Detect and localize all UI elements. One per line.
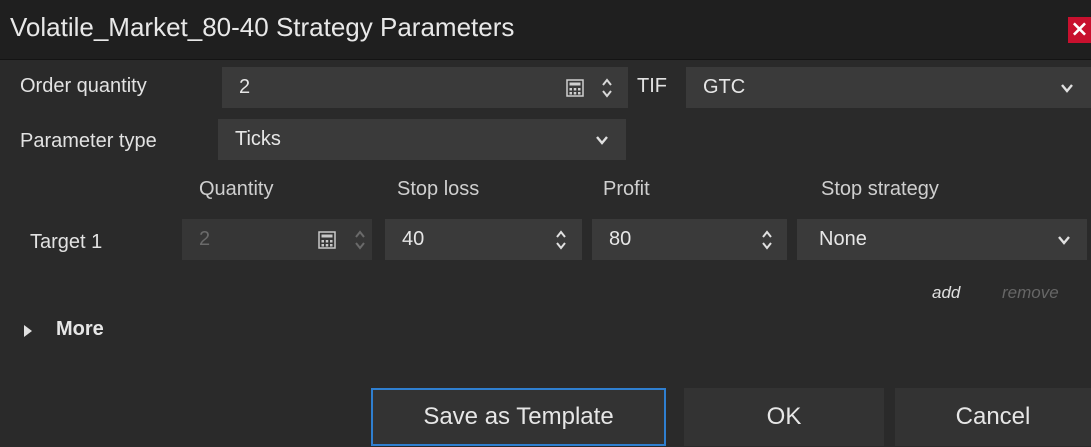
stop-strategy-header: Stop strategy [821, 178, 939, 200]
close-button[interactable]: × [1068, 17, 1091, 43]
target-quantity-input[interactable]: 2 [182, 219, 372, 260]
caret-right-icon [24, 325, 32, 337]
stop-loss-header: Stop loss [397, 178, 480, 200]
profit-header: Profit [603, 178, 650, 200]
chevron-down-icon [1058, 236, 1070, 245]
spinner-arrows-icon[interactable] [354, 228, 366, 252]
chevron-down-icon [596, 136, 608, 145]
calculator-icon[interactable] [566, 79, 584, 97]
order-quantity-value: 2 [239, 76, 251, 98]
spinner-arrows-icon[interactable] [761, 228, 773, 252]
title-bar[interactable]: Volatile_Market_80-40 Strategy Parameter… [0, 0, 1091, 60]
profit-value: 80 [609, 228, 632, 250]
tif-label: TIF [637, 75, 667, 97]
close-icon: × [1070, 17, 1089, 42]
chevron-down-icon [1061, 84, 1073, 93]
stop-strategy-select[interactable]: None [797, 219, 1087, 260]
spinner-arrows-icon[interactable] [555, 228, 567, 252]
parameter-type-value: Ticks [235, 128, 281, 150]
add-target-link[interactable]: add [932, 283, 960, 303]
spinner-arrows-icon[interactable] [601, 76, 613, 100]
quantity-header: Quantity [199, 178, 274, 200]
strategy-parameters-dialog: Volatile_Market_80-40 Strategy Parameter… [0, 0, 1091, 447]
tif-select[interactable]: GTC [686, 67, 1091, 108]
parameter-type-select[interactable]: Ticks [218, 119, 626, 160]
parameter-type-label: Parameter type [20, 130, 157, 152]
cancel-button[interactable]: Cancel [895, 388, 1091, 446]
stop-loss-value: 40 [402, 228, 425, 250]
more-label: More [56, 318, 104, 340]
window-title: Volatile_Market_80-40 Strategy Parameter… [10, 12, 515, 42]
target-quantity-value: 2 [199, 228, 211, 250]
save-as-template-button[interactable]: Save as Template [371, 388, 666, 446]
order-quantity-label: Order quantity [20, 75, 147, 97]
ok-button[interactable]: OK [684, 388, 884, 446]
stop-loss-input[interactable]: 40 [385, 219, 582, 260]
remove-target-link[interactable]: remove [1002, 283, 1059, 303]
calculator-icon[interactable] [318, 231, 336, 249]
profit-input[interactable]: 80 [592, 219, 787, 260]
tif-value: GTC [703, 76, 746, 98]
target-row-label: Target 1 [30, 231, 103, 253]
stop-strategy-value: None [819, 228, 867, 250]
